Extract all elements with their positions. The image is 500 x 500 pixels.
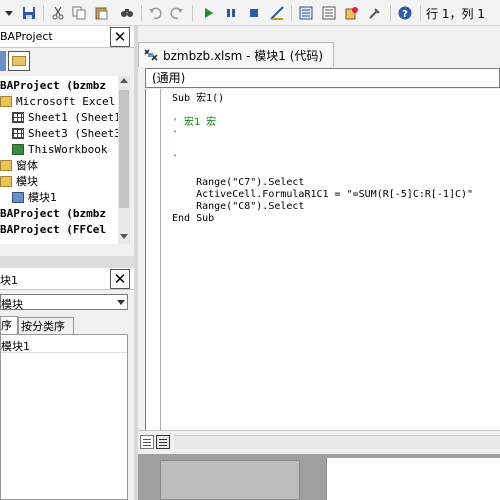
child-window-frame bbox=[326, 458, 500, 500]
pause-icon[interactable] bbox=[222, 4, 240, 22]
properties-icon[interactable] bbox=[320, 4, 338, 22]
tree-item-sheet1[interactable]: Sheet1 (Sheet1 bbox=[12, 110, 118, 126]
tree-item-forms[interactable]: 窗体 bbox=[0, 158, 38, 174]
folder-icon bbox=[0, 176, 12, 187]
insert-dropdown-icon[interactable] bbox=[0, 4, 18, 22]
module-icon bbox=[12, 192, 24, 203]
tree-item-excel-objects[interactable]: Microsoft Excel 对 bbox=[0, 94, 118, 110]
close-icon[interactable]: ✕ bbox=[110, 27, 130, 47]
scroll-up-icon[interactable] bbox=[120, 78, 128, 83]
code-line: Range("C7").Select bbox=[172, 177, 305, 188]
project-explorer-icon[interactable] bbox=[297, 4, 315, 22]
code-line: Sub 宏1() bbox=[172, 93, 225, 104]
tree-item-thisworkbook[interactable]: ThisWorkbook bbox=[12, 142, 107, 158]
close-icon[interactable]: ✕ bbox=[110, 269, 130, 289]
code-editor[interactable]: Sub 宏1() ' 宏1 宏 ' ' Range("C7").Select Acti… bbox=[145, 89, 500, 430]
tree-item-module1[interactable]: 模块1 bbox=[12, 190, 57, 206]
project-explorer-toolbar bbox=[0, 48, 134, 74]
procedure-view-icon[interactable] bbox=[140, 435, 154, 449]
code-comment-line: ' 宏1 宏 bbox=[172, 117, 217, 128]
margin-indicator-bar bbox=[160, 89, 161, 430]
scroll-down-icon[interactable] bbox=[120, 234, 128, 239]
property-grid: 模块1 bbox=[0, 334, 128, 500]
svg-text:?: ? bbox=[402, 9, 408, 20]
cursor-position-indicator: 行 1，列 1 bbox=[426, 7, 485, 21]
scroll-thumb[interactable] bbox=[119, 90, 129, 208]
chevron-down-icon[interactable] bbox=[117, 300, 125, 305]
sheet-icon bbox=[12, 128, 24, 139]
tree-item-project[interactable]: BAProject (bzmbz bbox=[0, 206, 106, 222]
code-line: End Sub bbox=[172, 213, 215, 224]
tree-item-modules[interactable]: 模块 bbox=[0, 174, 38, 190]
tab-categorized[interactable]: 按分类序 bbox=[18, 317, 74, 334]
toggle-folders-icon[interactable] bbox=[8, 51, 30, 71]
tree-item-sheet3[interactable]: Sheet3 (Sheet3 bbox=[12, 126, 118, 142]
full-module-view-icon[interactable] bbox=[156, 435, 170, 449]
code-line: Range("C8").Select bbox=[172, 201, 305, 212]
copy-icon[interactable] bbox=[70, 4, 88, 22]
toolbox-icon[interactable] bbox=[366, 4, 384, 22]
cut-icon[interactable] bbox=[49, 4, 67, 22]
property-row-name[interactable]: 模块1 bbox=[1, 337, 127, 353]
object-combo[interactable]: (通用) bbox=[145, 68, 500, 88]
folder-icon bbox=[0, 96, 12, 107]
code-window-bottom-bar bbox=[138, 430, 500, 454]
workbook-icon bbox=[12, 144, 24, 155]
save-icon[interactable] bbox=[20, 4, 38, 22]
code-window-tab[interactable]: bzmbzb.xlsm - 模块1 (代码) bbox=[138, 42, 335, 67]
project-explorer-title-bar: BAProject ✕ bbox=[0, 26, 134, 48]
tree-item-project[interactable]: BAProject (bzmbz bbox=[0, 78, 106, 94]
code-window-tabbar: bzmbzb.xlsm - 模块1 (代码) bbox=[138, 40, 500, 67]
stop-icon[interactable] bbox=[245, 4, 263, 22]
design-mode-icon[interactable] bbox=[268, 4, 286, 22]
code-line: ActiveCell.FormulaR1C1 = "=SUM(R[-5]C:R[… bbox=[172, 189, 474, 200]
paste-icon[interactable] bbox=[92, 4, 110, 22]
find-icon[interactable] bbox=[118, 4, 136, 22]
help-icon[interactable]: ? bbox=[396, 4, 414, 22]
horizontal-scrollbar[interactable] bbox=[174, 435, 500, 449]
project-tree: BAProject (bzmbz Microsoft Excel 对 Sheet… bbox=[0, 76, 118, 244]
properties-pane: 块1 ✕ 模块 序 按分类序 模块1 bbox=[0, 268, 134, 500]
module-icon bbox=[144, 49, 158, 61]
child-window-frame bbox=[160, 460, 300, 500]
code-window-title: bzmbzb.xlsm - 模块1 (代码) bbox=[163, 48, 324, 63]
undo-icon[interactable] bbox=[146, 4, 164, 22]
left-pane-splitter[interactable] bbox=[134, 26, 138, 500]
run-icon[interactable] bbox=[199, 4, 217, 22]
object-select[interactable]: 模块 bbox=[0, 294, 128, 311]
mdi-background bbox=[138, 454, 500, 500]
code-comment-line: ' bbox=[172, 129, 179, 140]
properties-title-bar: 块1 ✕ bbox=[0, 268, 134, 290]
code-comment-line: ' bbox=[172, 153, 179, 164]
folder-icon bbox=[0, 160, 12, 171]
project-explorer-title: BAProject bbox=[0, 30, 53, 43]
redo-icon[interactable] bbox=[168, 4, 186, 22]
pane-splitter[interactable] bbox=[0, 256, 134, 268]
standard-toolbar: ? 行 1，列 1 bbox=[0, 0, 500, 26]
project-explorer-pane: BAProject ✕ BAProject (bzmbz Microsoft E… bbox=[0, 26, 134, 266]
tree-item-project[interactable]: BAProject (FFCel bbox=[0, 222, 106, 238]
object-browser-icon[interactable] bbox=[343, 4, 361, 22]
tree-vertical-scrollbar[interactable] bbox=[118, 76, 130, 244]
tab-alphabetic[interactable]: 序 bbox=[0, 316, 18, 334]
sheet-icon bbox=[12, 112, 24, 123]
properties-title: 块1 bbox=[0, 274, 18, 287]
view-code-icon[interactable] bbox=[0, 51, 6, 71]
